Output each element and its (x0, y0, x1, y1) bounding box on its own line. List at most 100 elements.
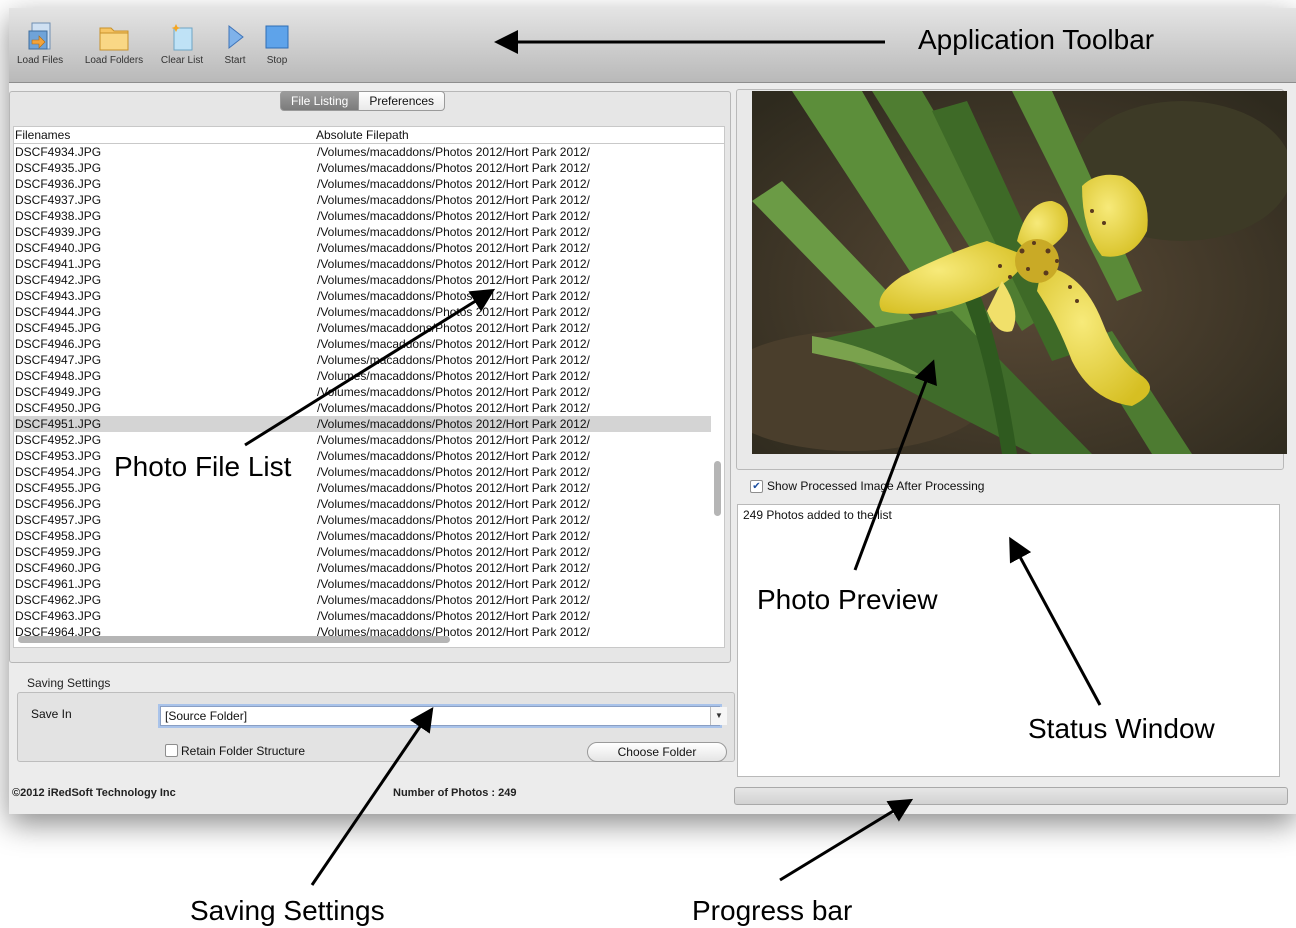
table-row[interactable]: DSCF4951.JPG/Volumes/macaddons/Photos 20… (14, 416, 711, 432)
table-row[interactable]: DSCF4963.JPG/Volumes/macaddons/Photos 20… (14, 608, 711, 624)
callout-status-window: Status Window (1028, 713, 1215, 744)
flower-photo (752, 91, 1287, 454)
filepath-cell: /Volumes/macaddons/Photos 2012/Hort Park… (317, 385, 590, 399)
filename-cell: DSCF4942.JPG (15, 273, 102, 287)
table-row[interactable]: DSCF4960.JPG/Volumes/macaddons/Photos 20… (14, 560, 711, 576)
table-header: Filenames Absolute Filepath (14, 127, 724, 144)
table-row[interactable]: DSCF4934.JPG/Volumes/macaddons/Photos 20… (14, 144, 711, 160)
filepath-cell: /Volumes/macaddons/Photos 2012/Hort Park… (317, 289, 590, 303)
filepath-cell: /Volumes/macaddons/Photos 2012/Hort Park… (317, 577, 590, 591)
filename-cell: DSCF4954.JPG (15, 465, 102, 479)
filepath-cell: /Volumes/macaddons/Photos 2012/Hort Park… (317, 337, 590, 351)
filename-cell: DSCF4962.JPG (15, 593, 102, 607)
filepath-cell: /Volumes/macaddons/Photos 2012/Hort Park… (317, 273, 590, 287)
table-row[interactable]: DSCF4949.JPG/Volumes/macaddons/Photos 20… (14, 384, 711, 400)
filepath-cell: /Volumes/macaddons/Photos 2012/Hort Park… (317, 257, 590, 271)
table-row[interactable]: DSCF4942.JPG/Volumes/macaddons/Photos 20… (14, 272, 711, 288)
table-row[interactable]: DSCF4946.JPG/Volumes/macaddons/Photos 20… (14, 336, 711, 352)
filename-cell: DSCF4952.JPG (15, 433, 102, 447)
load-folders-label: Load Folders (84, 55, 144, 66)
table-row[interactable]: DSCF4944.JPG/Volumes/macaddons/Photos 20… (14, 304, 711, 320)
filename-cell: DSCF4945.JPG (15, 321, 102, 335)
table-row[interactable]: DSCF4937.JPG/Volumes/macaddons/Photos 20… (14, 192, 711, 208)
filename-cell: DSCF4959.JPG (15, 545, 102, 559)
table-row[interactable]: DSCF4950.JPG/Volumes/macaddons/Photos 20… (14, 400, 711, 416)
filename-cell: DSCF4949.JPG (15, 385, 102, 399)
save-in-combobox[interactable]: [Source Folder] (160, 706, 720, 726)
table-row[interactable]: DSCF4947.JPG/Volumes/macaddons/Photos 20… (14, 352, 711, 368)
table-row[interactable]: DSCF4948.JPG/Volumes/macaddons/Photos 20… (14, 368, 711, 384)
table-row[interactable]: DSCF4935.JPG/Volumes/macaddons/Photos 20… (14, 160, 711, 176)
table-row[interactable]: DSCF4939.JPG/Volumes/macaddons/Photos 20… (14, 224, 711, 240)
choose-folder-button[interactable]: Choose Folder (587, 742, 727, 762)
filename-cell: DSCF4955.JPG (15, 481, 102, 495)
filepath-cell: /Volumes/macaddons/Photos 2012/Hort Park… (317, 353, 590, 367)
filename-cell: DSCF4940.JPG (15, 241, 102, 255)
filepath-cell: /Volumes/macaddons/Photos 2012/Hort Park… (317, 177, 590, 191)
table-row[interactable]: DSCF4962.JPG/Volumes/macaddons/Photos 20… (14, 592, 711, 608)
table-row[interactable]: DSCF4957.JPG/Volumes/macaddons/Photos 20… (14, 512, 711, 528)
callout-photo-preview: Photo Preview (757, 584, 938, 615)
filename-cell: DSCF4941.JPG (15, 257, 102, 271)
tab-preferences[interactable]: Preferences (359, 91, 446, 111)
filepath-cell: /Volumes/macaddons/Photos 2012/Hort Park… (317, 369, 590, 383)
load-files-button[interactable]: Load Files (17, 22, 63, 66)
filename-cell: DSCF4960.JPG (15, 561, 102, 575)
filepath-cell: /Volumes/macaddons/Photos 2012/Hort Park… (317, 161, 590, 175)
table-row[interactable]: DSCF4961.JPG/Volumes/macaddons/Photos 20… (14, 576, 711, 592)
stop-label: Stop (266, 55, 288, 66)
tab-file-listing[interactable]: File Listing (280, 91, 360, 111)
load-folders-button[interactable]: Load Folders (79, 22, 149, 66)
filename-cell: DSCF4948.JPG (15, 369, 102, 383)
retain-folder-structure-checkbox[interactable] (165, 744, 178, 757)
filename-cell: DSCF4946.JPG (15, 337, 102, 351)
callout-saving-settings: Saving Settings (190, 895, 385, 926)
filepath-cell: /Volumes/macaddons/Photos 2012/Hort Park… (317, 529, 590, 543)
filepath-cell: /Volumes/macaddons/Photos 2012/Hort Park… (317, 449, 590, 463)
filename-cell: DSCF4934.JPG (15, 145, 102, 159)
horizontal-scrollbar[interactable] (18, 636, 450, 643)
table-row[interactable]: DSCF4940.JPG/Volumes/macaddons/Photos 20… (14, 240, 711, 256)
filename-cell: DSCF4936.JPG (15, 177, 102, 191)
photo-count-text: Number of Photos : 249 (393, 787, 517, 799)
table-row[interactable]: DSCF4959.JPG/Volumes/macaddons/Photos 20… (14, 544, 711, 560)
chevron-down-icon[interactable]: ▼ (710, 707, 727, 725)
filepath-cell: /Volumes/macaddons/Photos 2012/Hort Park… (317, 609, 590, 623)
clear-list-button[interactable]: Clear List (157, 22, 207, 66)
callout-photo-file-list: Photo File List (114, 451, 292, 482)
filepath-cell: /Volumes/macaddons/Photos 2012/Hort Park… (317, 241, 590, 255)
tab-bar: File Listing Preferences (280, 91, 446, 111)
start-label: Start (224, 55, 246, 66)
save-in-label: Save In (31, 707, 72, 721)
table-row[interactable]: DSCF4936.JPG/Volumes/macaddons/Photos 20… (14, 176, 711, 192)
show-processed-label: Show Processed Image After Processing (767, 479, 985, 493)
table-row[interactable]: DSCF4956.JPG/Volumes/macaddons/Photos 20… (14, 496, 711, 512)
stop-button[interactable]: Stop (259, 22, 295, 66)
table-row[interactable]: DSCF4941.JPG/Volumes/macaddons/Photos 20… (14, 256, 711, 272)
photo-file-list[interactable]: Filenames Absolute Filepath DSCF4934.JPG… (13, 126, 725, 648)
copyright-text: ©2012 iRedSoft Technology Inc (12, 787, 176, 799)
table-row[interactable]: DSCF4958.JPG/Volumes/macaddons/Photos 20… (14, 528, 711, 544)
column-absolute-filepath[interactable]: Absolute Filepath (316, 128, 409, 142)
filepath-cell: /Volumes/macaddons/Photos 2012/Hort Park… (317, 417, 590, 431)
start-button[interactable]: Start (217, 22, 253, 66)
filename-cell: DSCF4950.JPG (15, 401, 102, 415)
vertical-scrollbar[interactable] (714, 461, 721, 516)
status-message: 249 Photos added to the list (743, 508, 892, 522)
filename-cell: DSCF4943.JPG (15, 289, 102, 303)
filepath-cell: /Volumes/macaddons/Photos 2012/Hort Park… (317, 593, 590, 607)
table-row[interactable]: DSCF4952.JPG/Volumes/macaddons/Photos 20… (14, 432, 711, 448)
filename-cell: DSCF4947.JPG (15, 353, 102, 367)
stop-icon (265, 25, 289, 49)
table-row[interactable]: DSCF4938.JPG/Volumes/macaddons/Photos 20… (14, 208, 711, 224)
table-row[interactable]: DSCF4945.JPG/Volumes/macaddons/Photos 20… (14, 320, 711, 336)
filename-cell: DSCF4935.JPG (15, 161, 102, 175)
column-filenames[interactable]: Filenames (15, 128, 70, 142)
filepath-cell: /Volumes/macaddons/Photos 2012/Hort Park… (317, 145, 590, 159)
filename-cell: DSCF4938.JPG (15, 209, 102, 223)
filename-cell: DSCF4958.JPG (15, 529, 102, 543)
play-icon (228, 24, 244, 50)
show-processed-checkbox[interactable]: ✔ (750, 480, 763, 493)
filepath-cell: /Volumes/macaddons/Photos 2012/Hort Park… (317, 209, 590, 223)
table-row[interactable]: DSCF4943.JPG/Volumes/macaddons/Photos 20… (14, 288, 711, 304)
